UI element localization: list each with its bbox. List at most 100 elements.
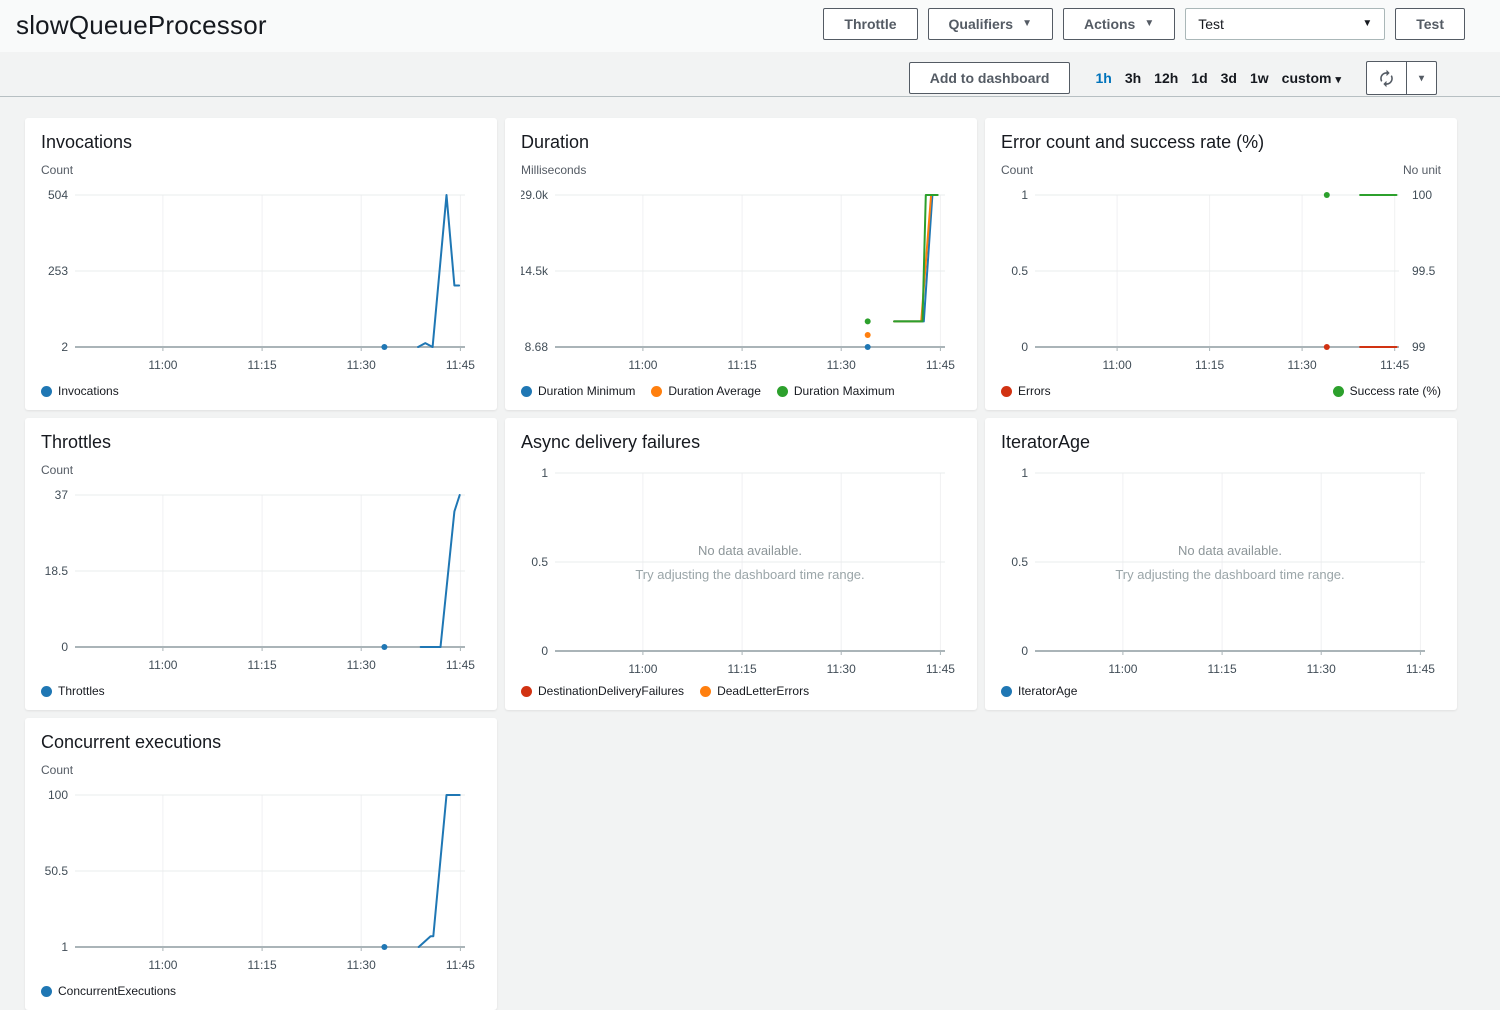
panel-throttles: Throttles Count3718.5011:0011:1511:3011:… [25,418,497,710]
panel-title: Async delivery failures [521,432,961,453]
legend-swatch-icon [1333,386,1344,397]
legend-item[interactable]: Duration Average [651,384,761,398]
add-to-dashboard-label: Add to dashboard [930,70,1050,86]
legend-item[interactable]: Throttles [41,684,105,698]
test-event-select[interactable]: Test▼ [1185,8,1385,40]
series-dot [865,344,871,350]
chart-legend: ConcurrentExecutions [41,984,481,998]
x-tick-label: 11:00 [148,358,177,372]
refresh-options-button[interactable]: ▾ [1407,61,1437,95]
y-tick-label: 0 [61,640,68,654]
refresh-icon [1377,69,1396,88]
metrics-grid: Invocations Count504253211:0011:1511:301… [25,118,1457,1010]
legend-swatch-icon [41,386,52,397]
qualifiers-button[interactable]: Qualifiers ▼ [928,8,1054,40]
test-button-label: Test [1416,16,1444,32]
caret-down-icon: ▼ [1362,19,1372,29]
time-range-3h[interactable]: 3h [1125,70,1141,86]
x-tick-label: 11:30 [347,958,376,972]
left-axis-unit: Count [41,763,73,777]
x-tick-label: 11:45 [446,358,475,372]
caret-down-icon: ▼ [1144,19,1154,29]
duration-chart: Milliseconds29.0k14.5k8.6811:0011:1511:3… [521,163,961,398]
chart-legend: DestinationDeliveryFailures DeadLetterErr… [521,684,961,698]
legend-item[interactable]: ConcurrentExecutions [41,984,176,998]
actions-button[interactable]: Actions ▼ [1063,8,1175,40]
time-range-12h[interactable]: 12h [1154,70,1178,86]
throttles-chart: Count3718.5011:0011:1511:3011:45Throttle… [41,463,481,698]
legend-swatch-icon [777,386,788,397]
y-tick-label: 1 [1021,466,1028,480]
no-data-message: No data available. [1178,543,1282,558]
y-tick-label: 1 [1021,188,1028,202]
qualifiers-button-label: Qualifiers [949,16,1014,32]
page-header: slowQueueProcessor Throttle Qualifiers▼ … [0,0,1500,52]
time-range-custom[interactable]: custom▾ [1282,70,1341,86]
legend-swatch-icon [521,686,532,697]
legend-item[interactable]: Errors [1001,384,1051,398]
axis-unit-row: Count No unit [1001,163,1441,177]
monitoring-toolbar: Add to dashboard 1h 3h 12h 1d 3d 1w cust… [0,52,1500,104]
left-axis-unit: Count [1001,163,1033,177]
throttle-button-label: Throttle [844,16,896,32]
x-tick-label: 11:00 [628,662,657,676]
time-range-1w[interactable]: 1w [1250,70,1269,86]
x-tick-label: 11:15 [728,358,757,372]
legend-item[interactable]: Duration Maximum [777,384,895,398]
panel-error-success-rate: Error count and success rate (%) Count No… [985,118,1457,410]
panel-concurrent-executions: Concurrent executions Count10050.5111:00… [25,718,497,1010]
left-axis-unit: Milliseconds [521,163,586,177]
legend-item[interactable]: DeadLetterErrors [700,684,809,698]
chart-plot: 10.5011:0011:1511:3011:45No data availab… [1001,463,1441,683]
legend-label: Duration Average [668,384,761,398]
x-tick-label: 11:15 [248,958,277,972]
y-tick-label: 0.5 [1011,264,1028,278]
panel-invocations: Invocations Count504253211:0011:1511:301… [25,118,497,410]
legend-item[interactable]: Success rate (%) [1333,384,1441,398]
legend-item[interactable]: Invocations [41,384,119,398]
legend-item[interactable]: Duration Minimum [521,384,635,398]
y-tick-label: 1 [61,940,68,954]
caret-down-icon: ▾ [1419,73,1424,84]
axis-unit-row: Count [41,763,481,777]
x-tick-label: 11:45 [446,958,475,972]
time-range-3d[interactable]: 3d [1221,70,1237,86]
concurrent-executions-chart: Count10050.5111:0011:1511:3011:45Concurr… [41,763,481,998]
no-data-message: No data available. [698,543,802,558]
x-tick-label: 11:00 [1108,662,1137,676]
iterator-age-chart: 10.5011:0011:1511:3011:45No data availab… [1001,463,1441,698]
no-data-hint: Try adjusting the dashboard time range. [1115,567,1344,582]
legend-item[interactable]: IteratorAge [1001,684,1077,698]
chart-plot: 504253211:0011:1511:3011:45 [41,185,481,379]
y-tick-label: 14.5k [521,264,549,278]
async-failures-chart: 10.5011:0011:1511:3011:45No data availab… [521,463,961,698]
time-range-1d[interactable]: 1d [1191,70,1207,86]
caret-down-icon: ▼ [1022,19,1032,29]
actions-button-label: Actions [1084,16,1135,32]
y-tick-label: 8.68 [525,340,549,354]
refresh-button[interactable] [1366,61,1407,95]
legend-label: Duration Maximum [794,384,895,398]
series-dot [1324,192,1330,198]
add-to-dashboard-button[interactable]: Add to dashboard [909,62,1071,94]
x-tick-label: 11:30 [347,358,376,372]
right-axis-unit: No unit [1403,163,1441,177]
x-tick-label: 11:45 [926,358,955,372]
chart-plot: 10.5011:0011:1511:3011:45No data availab… [521,463,961,683]
legend-item[interactable]: DestinationDeliveryFailures [521,684,684,698]
x-tick-label: 11:15 [1208,662,1237,676]
throttle-button[interactable]: Throttle [823,8,917,40]
legend-swatch-icon [41,686,52,697]
test-button[interactable]: Test [1395,8,1465,40]
time-range-1h[interactable]: 1h [1095,70,1111,86]
series-dot [1324,344,1330,350]
series-dot [865,332,871,338]
panel-title: Error count and success rate (%) [1001,132,1441,153]
x-tick-label: 11:15 [728,662,757,676]
y-tick-label: 0 [1021,340,1028,354]
right-y-tick-label: 99 [1412,340,1426,354]
right-y-tick-label: 99.5 [1412,264,1436,278]
panel-duration: Duration Milliseconds29.0k14.5k8.6811:00… [505,118,977,410]
toolbar-divider [0,96,1500,97]
x-tick-label: 11:30 [1307,662,1336,676]
